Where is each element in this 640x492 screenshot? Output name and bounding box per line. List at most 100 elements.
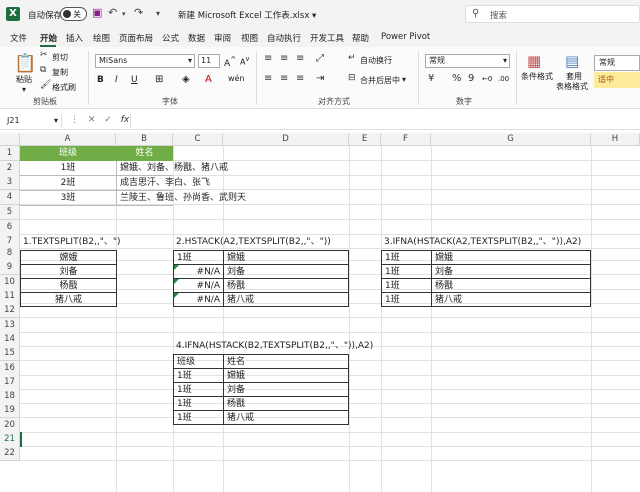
row-header[interactable]: 14: [0, 331, 20, 347]
decrease-decimal-icon[interactable]: .00: [498, 75, 509, 83]
customize-toolbar-icon[interactable]: ▾: [156, 9, 160, 18]
row-header[interactable]: 20: [0, 417, 20, 433]
example2-name-cell[interactable]: 猪八戒: [223, 292, 349, 307]
column-header-h[interactable]: H: [591, 133, 640, 146]
cut-icon[interactable]: ✂: [40, 50, 48, 60]
example4-class-cell[interactable]: 1班: [173, 368, 224, 383]
row-header[interactable]: 3: [0, 175, 20, 191]
example4-name-cell[interactable]: 杨戬: [223, 396, 349, 411]
underline-icon[interactable]: U: [131, 75, 138, 85]
example4-name-cell[interactable]: 嫦娥: [223, 368, 349, 383]
undo-dropdown-icon[interactable]: ▾: [122, 10, 126, 18]
column-header-g[interactable]: G: [431, 133, 591, 146]
row-header[interactable]: 17: [0, 374, 20, 390]
align-bottom-icon[interactable]: ≡: [296, 53, 304, 64]
align-center-icon[interactable]: ≡: [280, 73, 288, 84]
tab-formulas[interactable]: 公式: [162, 32, 179, 44]
example3-class-cell[interactable]: 1班: [381, 250, 432, 265]
cell-style-neutral[interactable]: 适中: [594, 72, 640, 88]
row-header[interactable]: 13: [0, 317, 20, 333]
borders-icon[interactable]: ⊞: [155, 74, 163, 85]
format-as-table-line2[interactable]: 表格格式: [556, 81, 588, 92]
example4-title[interactable]: 4.IFNA(HSTACK(B2,TEXTSPLIT(B2,,"、")),A2): [173, 339, 381, 354]
example1-value[interactable]: 刘备: [20, 264, 117, 279]
increase-font-icon[interactable]: A^: [224, 55, 236, 69]
source-header-name[interactable]: 姓名: [116, 146, 173, 161]
row-header[interactable]: 2: [0, 160, 20, 176]
example3-title[interactable]: 3.IFNA(HSTACK(A2,TEXTSPLIT(B2,,"、")),A2): [381, 235, 591, 250]
format-as-table-icon[interactable]: ▤: [565, 52, 579, 70]
example3-name-cell[interactable]: 猪八戒: [431, 292, 591, 307]
tab-power-pivot[interactable]: Power Pivot: [381, 32, 430, 42]
format-painter-icon[interactable]: 🖌: [40, 80, 51, 90]
cancel-icon[interactable]: ✕: [88, 115, 96, 125]
example2-error-cell[interactable]: #N/A: [173, 264, 224, 279]
example2-name-cell[interactable]: 刘备: [223, 264, 349, 279]
example3-name-cell[interactable]: 杨戬: [431, 278, 591, 293]
tab-automate[interactable]: 自动执行: [267, 32, 301, 44]
source-names-cell[interactable]: 成吉思汗、李白、张飞: [116, 176, 210, 191]
font-name-select[interactable]: MiSans ▾: [95, 54, 195, 68]
example1-value[interactable]: 猪八戒: [20, 292, 117, 307]
example1-value[interactable]: 嫦娥: [20, 250, 117, 265]
tab-insert[interactable]: 插入: [66, 32, 83, 44]
insert-function-icon[interactable]: fx: [121, 115, 130, 125]
tab-draw[interactable]: 绘图: [93, 32, 110, 44]
example2-class-cell[interactable]: 1班: [173, 250, 224, 265]
orientation-icon[interactable]: ⤢: [316, 53, 324, 64]
font-color-icon[interactable]: A: [205, 74, 212, 85]
document-title[interactable]: 新建 Microsoft Excel 工作表.xlsx ▾: [178, 9, 316, 21]
column-header-c[interactable]: C: [173, 133, 223, 146]
wrap-text-button[interactable]: 自动换行: [360, 55, 392, 66]
column-header-a[interactable]: A: [20, 133, 116, 146]
example4-class-cell[interactable]: 1班: [173, 410, 224, 425]
example2-name-cell[interactable]: 杨戬: [223, 278, 349, 293]
merge-center-icon[interactable]: ⊟: [348, 73, 356, 83]
align-middle-icon[interactable]: ≡: [280, 53, 288, 64]
source-names-cell[interactable]: 兰陵王、鲁班、孙尚香、武则天: [116, 191, 246, 206]
paste-icon[interactable]: 📋: [14, 53, 36, 74]
comma-icon[interactable]: 9: [468, 73, 474, 84]
italic-icon[interactable]: I: [115, 75, 118, 85]
row-header[interactable]: 16: [0, 360, 20, 376]
source-header-class[interactable]: 班级: [20, 146, 116, 161]
increase-decimal-icon[interactable]: ←0: [482, 75, 492, 83]
copy-icon[interactable]: ⧉: [40, 65, 46, 75]
row-header[interactable]: 21: [0, 432, 20, 447]
tab-view[interactable]: 视图: [241, 32, 258, 44]
example2-title[interactable]: 2.HSTACK(A2,TEXTSPLIT(B2,,"、")): [173, 235, 349, 250]
indent-icon[interactable]: ⇥: [316, 73, 324, 84]
example4-class-cell[interactable]: 1班: [173, 396, 224, 411]
paste-button[interactable]: 粘贴: [16, 74, 32, 85]
example3-class-cell[interactable]: 1班: [381, 264, 432, 279]
example3-name-cell[interactable]: 嫦娥: [431, 250, 591, 265]
wrap-text-icon[interactable]: ↵: [348, 53, 356, 63]
font-size-select[interactable]: 11: [198, 54, 220, 68]
name-box[interactable]: J21 ▾: [4, 114, 62, 128]
row-header[interactable]: 12: [0, 303, 20, 319]
tab-data[interactable]: 数据: [188, 32, 205, 44]
example1-value[interactable]: 杨戬: [20, 278, 117, 293]
save-icon[interactable]: ▣: [92, 6, 102, 19]
redo-icon[interactable]: ↷: [134, 6, 143, 19]
row-header[interactable]: 18: [0, 389, 20, 405]
source-class-cell[interactable]: 1班: [20, 161, 116, 176]
merge-dropdown-icon[interactable]: ▾: [402, 75, 406, 84]
autosave-toggle[interactable]: 关: [60, 7, 87, 21]
example4-name-cell[interactable]: 姓名: [223, 354, 349, 369]
align-right-icon[interactable]: ≡: [296, 73, 304, 84]
source-names-cell[interactable]: 嫦娥、刘备、杨戬、猪八戒: [116, 161, 228, 176]
cut-button[interactable]: 剪切: [52, 52, 68, 63]
source-class-cell[interactable]: 2班: [20, 176, 116, 191]
tab-developer[interactable]: 开发工具: [310, 32, 344, 44]
conditional-formatting-icon[interactable]: ▦: [527, 52, 541, 70]
row-header[interactable]: 6: [0, 219, 20, 235]
row-header[interactable]: 11: [0, 289, 20, 304]
row-header[interactable]: 8: [0, 246, 20, 262]
tab-review[interactable]: 审阅: [214, 32, 231, 44]
row-header[interactable]: 22: [0, 446, 20, 462]
tab-file[interactable]: 文件: [10, 32, 27, 44]
cell-style-normal[interactable]: 常规: [594, 55, 640, 71]
phonetic-icon[interactable]: wén: [228, 74, 245, 83]
example1-title[interactable]: 1.TEXTSPLIT(B2,,"、"): [20, 235, 121, 250]
